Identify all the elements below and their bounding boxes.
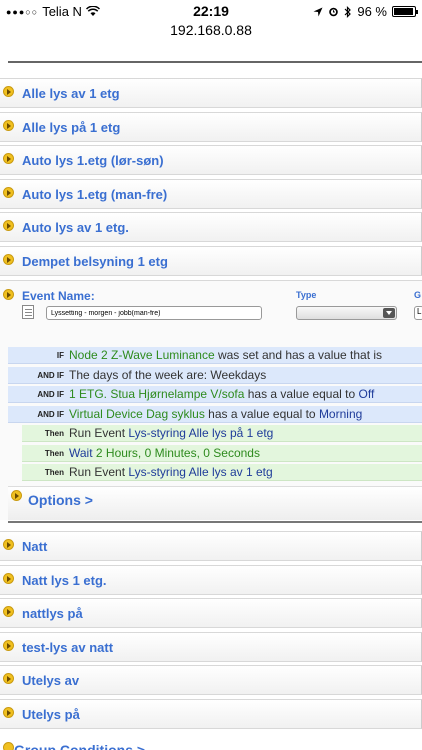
event-row[interactable]: Auto lys av 1 etg. bbox=[0, 212, 422, 242]
event-name: test-lys av natt bbox=[22, 639, 114, 655]
status-icons: 96 % bbox=[313, 4, 418, 19]
event-row[interactable]: Alle lys på 1 etg bbox=[0, 111, 422, 142]
event-name: Auto lys 1.etg (lør-søn) bbox=[22, 153, 164, 168]
condition-keyword: Then bbox=[44, 448, 64, 458]
condition-link[interactable]: Morning bbox=[319, 407, 362, 421]
expand-arrow-icon bbox=[3, 606, 14, 617]
expand-arrow-icon bbox=[3, 220, 14, 231]
event-row[interactable]: Natt lys 1 etg. bbox=[0, 564, 422, 595]
action-row[interactable]: Then Wait 2 Hours, 0 Minutes, 0 Seconds bbox=[22, 444, 422, 462]
alarm-clock-icon bbox=[329, 7, 339, 17]
condition-link[interactable]: Off bbox=[359, 387, 375, 401]
event-row[interactable]: Auto lys 1.etg (lør-søn) bbox=[0, 145, 422, 175]
condition-keyword: AND IF bbox=[37, 409, 64, 419]
event-row[interactable]: Natt bbox=[0, 531, 422, 561]
condition-keyword: AND IF bbox=[37, 390, 64, 399]
event-name-label: Event Name: bbox=[22, 289, 95, 303]
type-select[interactable] bbox=[296, 306, 397, 320]
event-row[interactable]: Utelys på bbox=[0, 698, 422, 729]
condition-keyword: Then bbox=[44, 429, 64, 438]
event-name: Dempet belsyning 1 etg bbox=[22, 253, 168, 269]
battery-percent: 96 % bbox=[357, 4, 387, 19]
battery-icon bbox=[392, 6, 418, 17]
condition-keyword: IF bbox=[56, 351, 64, 360]
condition-text: was set and has a value that is bbox=[214, 348, 383, 362]
action-row[interactable]: Then Run Event Lys-styring Alle lys av 1 … bbox=[22, 464, 422, 481]
status-bar: ●●●○○ Telia N 22:19 96 % bbox=[0, 0, 422, 22]
group-label: G bbox=[414, 290, 422, 300]
event-name: Auto lys av 1 etg. bbox=[22, 220, 129, 235]
options-button[interactable]: Options > bbox=[8, 486, 422, 520]
expand-arrow-icon bbox=[3, 119, 14, 131]
group-conditions-label: Group Conditions > bbox=[14, 742, 146, 750]
condition-text: Run Event bbox=[69, 426, 129, 440]
event-name: nattlys på bbox=[22, 606, 83, 621]
event-name: Alle lys på 1 etg bbox=[22, 119, 121, 135]
expand-arrow-icon bbox=[3, 639, 14, 651]
event-editor: Event Name: Type G L IF Node 2 Z-Wave Lum… bbox=[0, 280, 422, 520]
expand-arrow-icon bbox=[3, 673, 14, 684]
expand-arrow-icon bbox=[3, 186, 14, 198]
expand-arrow-icon bbox=[3, 572, 14, 584]
notes-icon[interactable] bbox=[22, 305, 34, 319]
condition-row[interactable]: AND IF Virtual Device Dag syklus has a va… bbox=[8, 405, 422, 423]
event-row[interactable]: Auto lys 1.etg (man-fre) bbox=[0, 178, 422, 209]
condition-link[interactable]: Lys-styring Alle lys av 1 etg bbox=[128, 465, 272, 479]
event-row[interactable]: Alle lys av 1 etg bbox=[0, 78, 422, 108]
condition-link[interactable]: Node 2 Z-Wave Luminance bbox=[69, 348, 215, 362]
expand-arrow-icon bbox=[3, 86, 14, 97]
event-name: Utelys på bbox=[22, 706, 80, 722]
event-name-input[interactable] bbox=[46, 306, 262, 320]
condition-keyword: AND IF bbox=[37, 370, 64, 380]
section-divider-top bbox=[8, 61, 422, 63]
condition-text: has a value equal to bbox=[204, 406, 319, 421]
expand-arrow-icon bbox=[3, 706, 14, 718]
expand-arrow-icon bbox=[11, 490, 22, 501]
event-name: Alle lys av 1 etg bbox=[22, 86, 120, 101]
condition-link[interactable]: Virtual Device Dag syklus bbox=[69, 407, 205, 421]
expand-arrow-icon[interactable] bbox=[3, 289, 14, 300]
condition-keyword: Then bbox=[44, 468, 64, 477]
action-row[interactable]: Then Run Event Lys-styring Alle lys på 1 … bbox=[22, 425, 422, 442]
event-name: Utelys av bbox=[22, 673, 80, 688]
options-label: Options > bbox=[28, 492, 93, 508]
group-select[interactable]: L bbox=[414, 306, 422, 320]
event-name: Natt lys 1 etg. bbox=[22, 572, 107, 588]
dropdown-arrow-icon bbox=[383, 308, 395, 318]
group-conditions-button[interactable]: Group Conditions > bbox=[0, 740, 422, 750]
section-divider-bottom bbox=[8, 521, 422, 523]
battery-fill bbox=[394, 8, 414, 15]
type-label: Type bbox=[296, 290, 317, 300]
address-bar-url[interactable]: 192.168.0.88 bbox=[0, 22, 422, 38]
location-arrow-icon bbox=[313, 7, 323, 16]
event-name: Auto lys 1.etg (man-fre) bbox=[22, 186, 168, 202]
condition-link[interactable]: 1 ETG. Stua Hjørnelampe V/sofa bbox=[69, 387, 244, 401]
condition-text: Run Event bbox=[69, 465, 129, 479]
expand-arrow-icon bbox=[3, 153, 14, 164]
condition-row[interactable]: AND IF The days of the week are: Weekdays bbox=[8, 366, 422, 384]
condition-text: The days of the week are: Weekdays bbox=[69, 367, 267, 382]
condition-row[interactable]: IF Node 2 Z-Wave Luminance was set and ha… bbox=[8, 347, 422, 364]
condition-link[interactable]: Lys-styring Alle lys på 1 etg bbox=[128, 426, 273, 440]
event-row[interactable]: test-lys av natt bbox=[0, 631, 422, 662]
event-row[interactable]: Utelys av bbox=[0, 665, 422, 695]
expand-arrow-icon bbox=[3, 253, 14, 265]
bluetooth-icon bbox=[344, 5, 352, 18]
condition-row[interactable]: AND IF 1 ETG. Stua Hjørnelampe V/sofa has… bbox=[8, 386, 422, 403]
event-name: Natt bbox=[22, 539, 48, 554]
event-row[interactable]: Dempet belsyning 1 etg bbox=[0, 245, 422, 276]
condition-link[interactable]: Wait bbox=[69, 446, 96, 460]
condition-link[interactable]: 2 Hours, 0 Minutes, 0 Seconds bbox=[96, 446, 260, 460]
event-row[interactable]: nattlys på bbox=[0, 598, 422, 628]
condition-text: has a value equal to bbox=[244, 387, 359, 401]
expand-arrow-icon bbox=[3, 539, 14, 550]
expand-arrow-icon bbox=[3, 742, 14, 750]
